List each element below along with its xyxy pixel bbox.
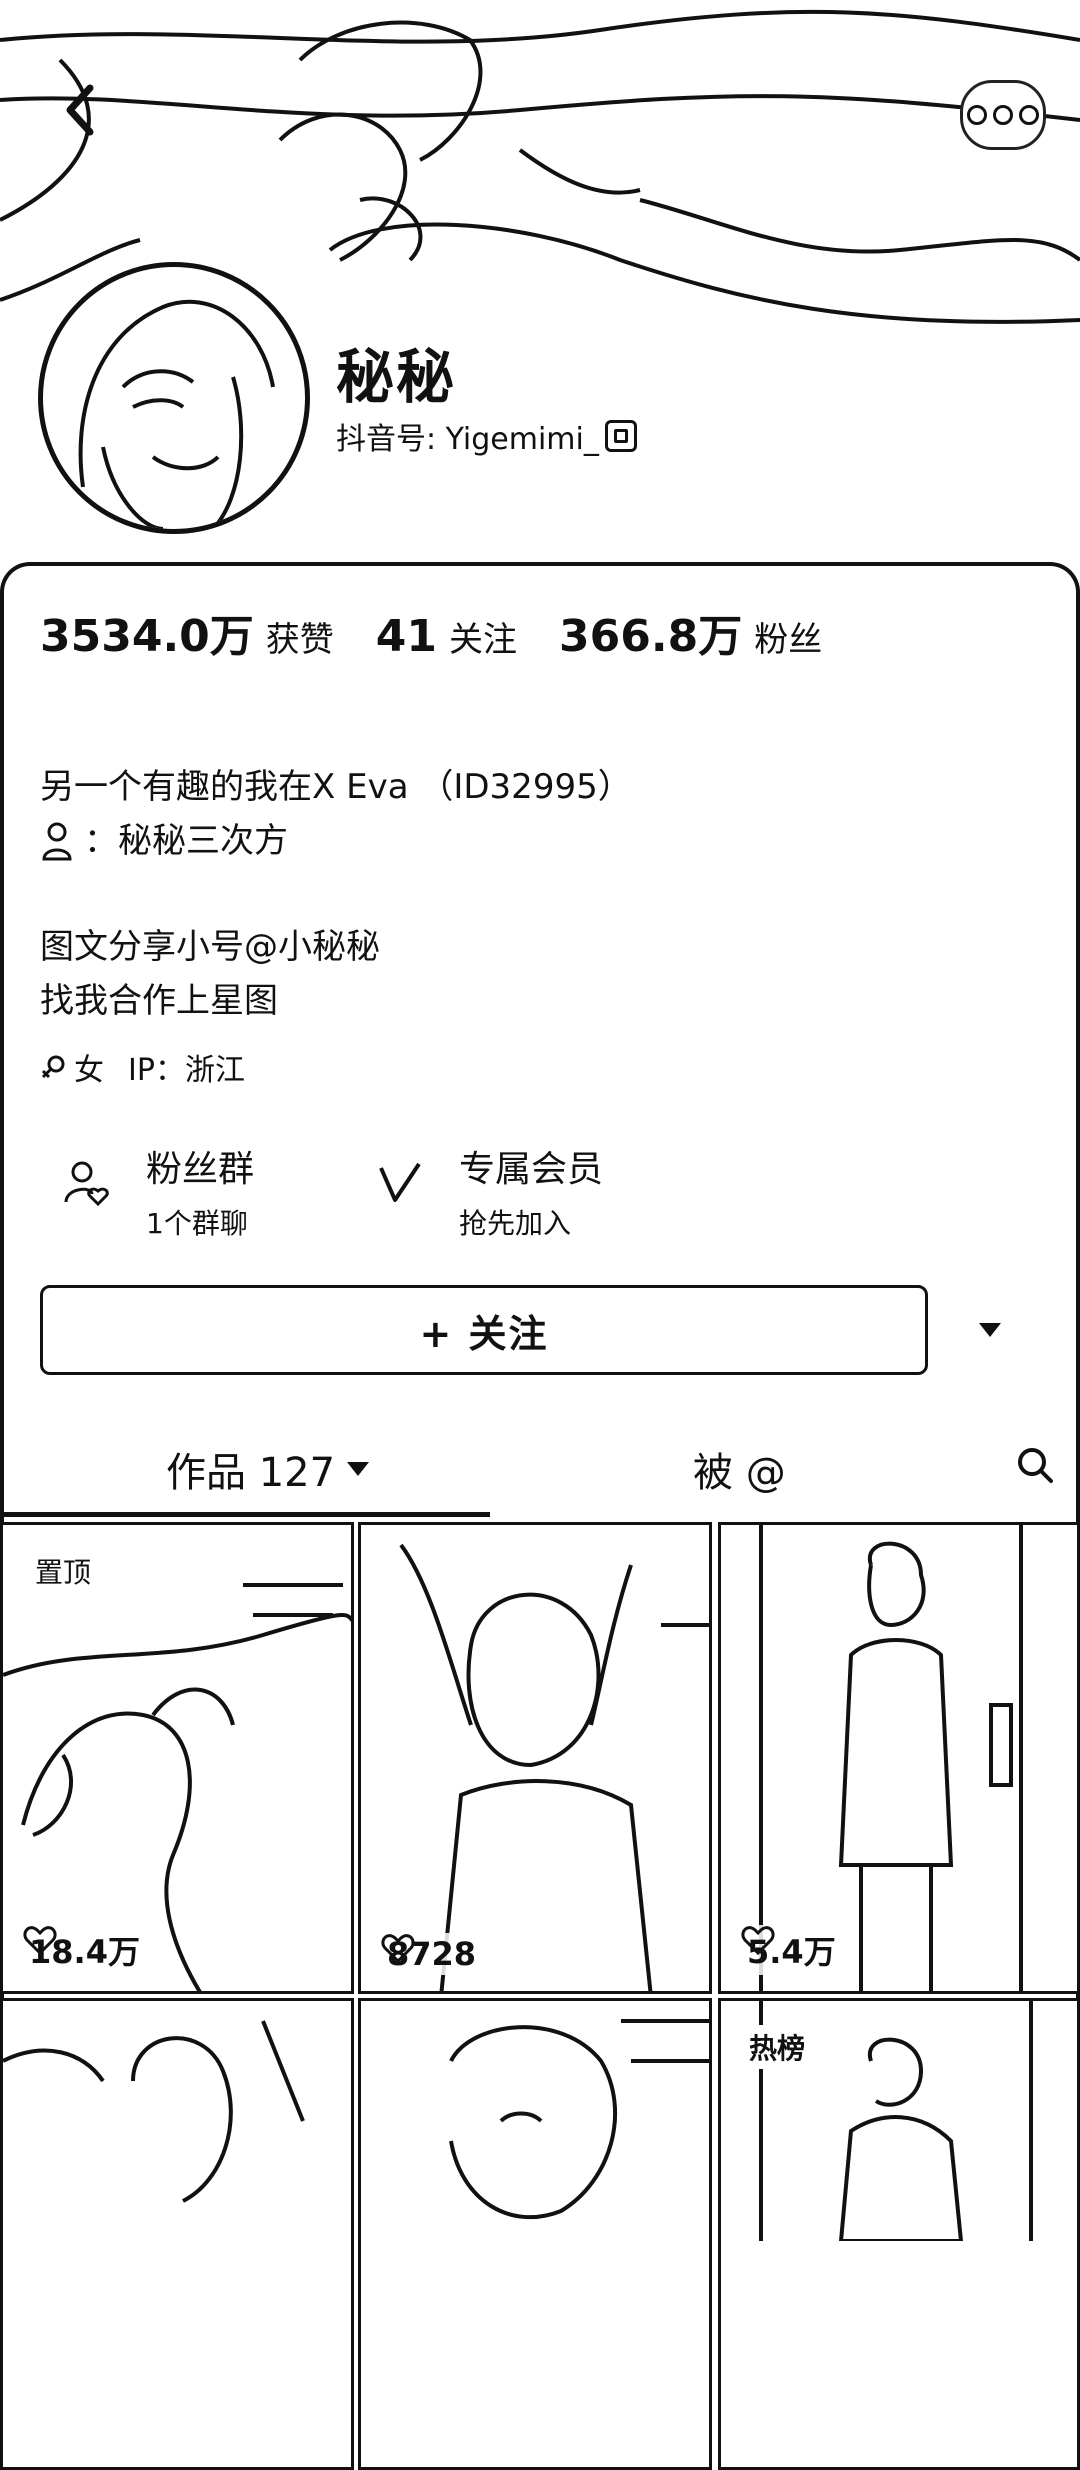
bio-line: 另一个有趣的我在X Eva （ID32995） bbox=[40, 767, 632, 807]
thumbnail-illustration bbox=[3, 2020, 305, 2203]
back-button[interactable] bbox=[40, 70, 120, 150]
search-button[interactable] bbox=[1016, 1446, 1054, 1484]
content-tabs: 作品 127 被 @ bbox=[0, 1420, 1080, 1520]
video-thumbnail[interactable]: 热榜 bbox=[718, 1998, 1080, 2470]
stat-label: 获赞 bbox=[265, 620, 334, 660]
more-actions-dropdown[interactable] bbox=[960, 1300, 1020, 1360]
vip-icon bbox=[379, 1162, 421, 1202]
person-icon bbox=[42, 822, 72, 861]
likes-count: 18.4万 bbox=[23, 1925, 146, 1975]
bio-text: ：秘秘三次方 bbox=[84, 821, 288, 861]
tab-works-label: 作品 127 bbox=[166, 1450, 336, 1496]
ip-tag: IP：浙江 bbox=[128, 1053, 245, 1088]
tab-works[interactable]: 作品 127 bbox=[166, 1440, 370, 1498]
bio-line: 找我合作上星图 bbox=[40, 981, 278, 1021]
video-thumbnail[interactable] bbox=[0, 1998, 354, 2470]
heart-icon bbox=[381, 1934, 415, 1963]
bio-line[interactable]: 图文分享小号@小秘秘 bbox=[40, 920, 380, 974]
thumbnail-illustration bbox=[759, 1525, 1023, 1991]
chevron-left-icon bbox=[66, 84, 94, 136]
caret-down-icon bbox=[347, 1462, 370, 1476]
stat-likes[interactable]: 3534.0万 获赞 bbox=[40, 600, 334, 664]
thumbnail-illustration bbox=[399, 1543, 709, 1991]
vip-member-entry[interactable]: 专属会员 抢先加入 bbox=[375, 1140, 603, 1242]
douyin-id[interactable]: 抖音号: Yigemimi_ bbox=[336, 414, 637, 458]
feature-title: 专属会员 bbox=[459, 1149, 604, 1190]
video-thumbnail[interactable]: 置顶 18.4万 bbox=[0, 1522, 354, 1994]
stat-value: 41 bbox=[375, 611, 438, 662]
feature-subtitle: 1个群聊 bbox=[146, 1207, 248, 1240]
avatar[interactable] bbox=[38, 262, 310, 534]
caret-down-icon bbox=[979, 1323, 1001, 1337]
stat-label: 关注 bbox=[449, 620, 518, 660]
follow-button[interactable]: + 关注 bbox=[40, 1285, 928, 1375]
stats-row: 3534.0万 获赞 41 关注 366.8万 粉丝 bbox=[40, 600, 864, 664]
stat-value: 3534.0万 bbox=[40, 611, 254, 662]
heart-icon bbox=[23, 1926, 57, 1955]
fans-group-entry[interactable]: 粉丝群 1个群聊 bbox=[62, 1140, 254, 1242]
stat-following[interactable]: 41 关注 bbox=[376, 611, 517, 662]
video-thumbnail[interactable]: 8728 bbox=[358, 1522, 712, 1994]
hot-list-badge: 热榜 bbox=[745, 2025, 810, 2069]
douyin-id-text: 抖音号: Yigemimi_ bbox=[336, 422, 599, 457]
stat-value: 366.8万 bbox=[559, 611, 743, 662]
thumbnail-illustration bbox=[3, 1583, 351, 1991]
female-icon bbox=[41, 1055, 65, 1079]
stat-followers[interactable]: 366.8万 粉丝 bbox=[559, 600, 822, 664]
avatar-portrait bbox=[78, 299, 275, 529]
more-dot-icon bbox=[993, 105, 1013, 125]
gender-text: 女 bbox=[74, 1053, 104, 1088]
profile-name: 秘秘 bbox=[336, 343, 457, 411]
feature-title: 粉丝群 bbox=[146, 1149, 255, 1190]
heart-icon bbox=[741, 1926, 775, 1955]
fans-group-icon bbox=[64, 1161, 109, 1207]
thumbnail-illustration bbox=[449, 2019, 709, 2220]
video-thumbnail[interactable] bbox=[358, 1998, 712, 2470]
likes-count: 8728 bbox=[381, 1933, 483, 1975]
stat-label: 粉丝 bbox=[754, 620, 823, 660]
tab-mentions[interactable]: 被 @ bbox=[693, 1440, 786, 1498]
copy-icon[interactable] bbox=[604, 420, 637, 452]
more-dot-icon bbox=[1019, 105, 1039, 125]
profile-tags: 女 IP：浙江 bbox=[40, 1045, 245, 1089]
likes-count: 5.4万 bbox=[741, 1925, 842, 1975]
more-button[interactable] bbox=[960, 80, 1046, 150]
bio-line-with-icon: ：秘秘三次方 bbox=[40, 814, 288, 868]
search-icon bbox=[1018, 1448, 1053, 1483]
tab-mentions-label: 被 @ bbox=[693, 1450, 786, 1496]
gender-tag: 女 bbox=[40, 1045, 104, 1089]
pinned-badge: 置顶 bbox=[31, 1549, 96, 1593]
active-tab-indicator bbox=[0, 1512, 490, 1517]
more-dot-icon bbox=[967, 105, 987, 125]
works-grid: 置顶 18.4万 8728 5.4万 热榜 bbox=[0, 1522, 1080, 2470]
video-thumbnail[interactable]: 5.4万 bbox=[718, 1522, 1080, 1994]
feature-subtitle: 抢先加入 bbox=[459, 1207, 572, 1240]
